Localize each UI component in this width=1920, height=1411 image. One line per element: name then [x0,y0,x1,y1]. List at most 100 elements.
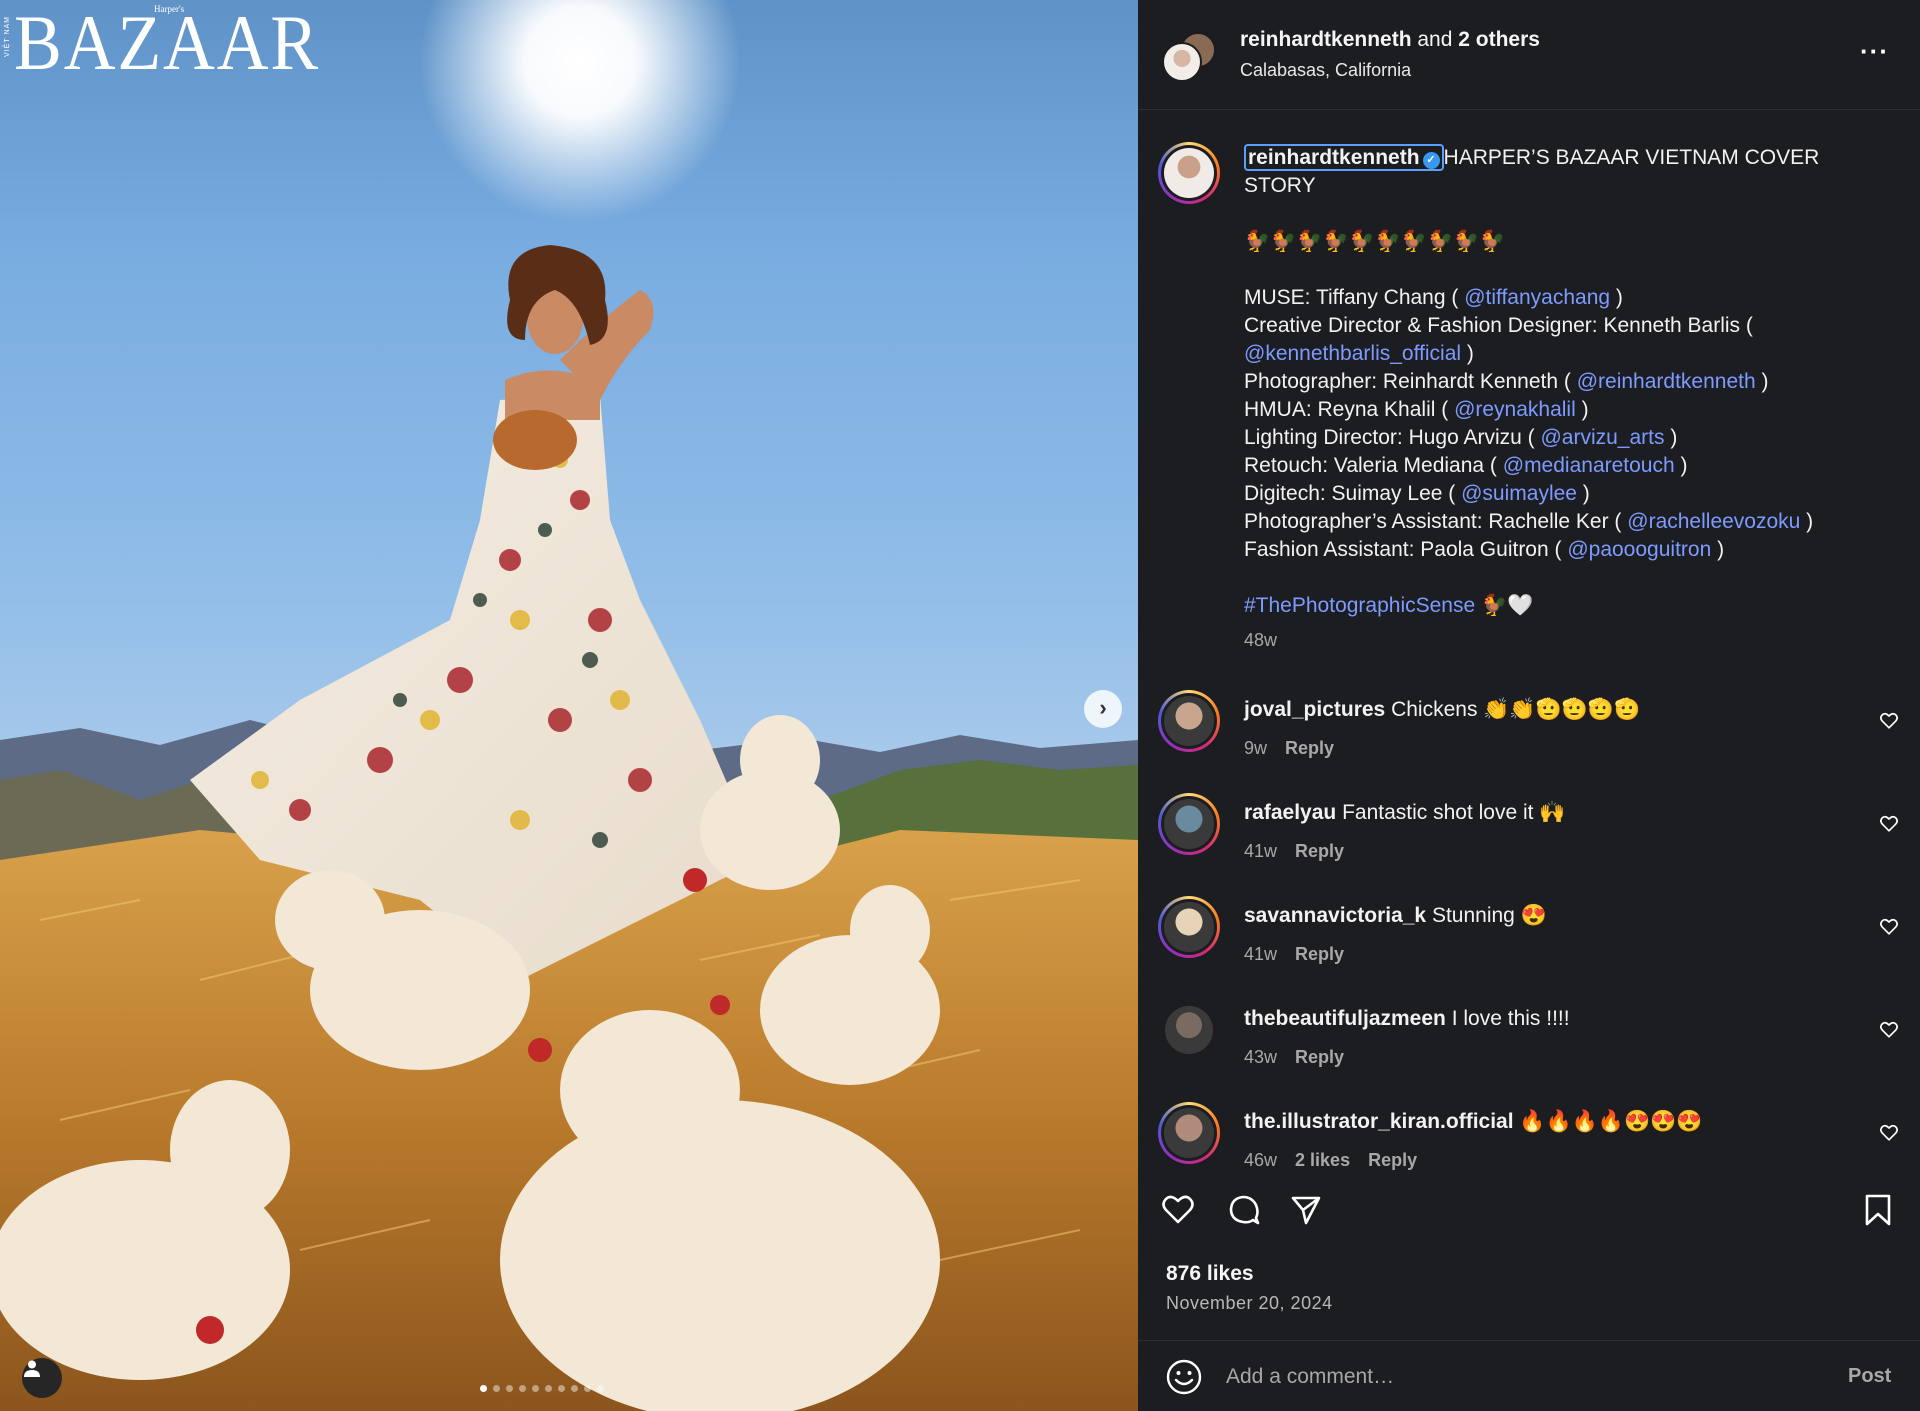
comment-item: joval_pictures Chickens 👏👏🫡🫡🫡🫡 9w Reply [1138,690,1920,793]
emoji-icon [1166,1359,1202,1395]
comment-meta: 9w Reply [1244,738,1352,759]
like-button[interactable] [1162,1194,1194,1229]
comment-body: 🔥🔥🔥🔥😍😍😍 [1513,1110,1703,1133]
comment-username[interactable]: rafaelyau [1244,801,1336,824]
comment-avatar[interactable] [1158,999,1220,1061]
avatar [1164,696,1214,746]
reply-button[interactable]: Reply [1295,841,1344,861]
avatar [1162,42,1202,82]
comment-username[interactable]: the.illustrator_kiran.official [1244,1110,1514,1133]
credit-handle-link[interactable]: @medianaretouch [1503,454,1675,477]
comment-username[interactable]: savannavictoria_k [1244,904,1426,927]
comment-avatar[interactable] [1158,793,1220,855]
comment-body: Stunning 😍 [1426,904,1547,927]
and-text: and [1411,28,1459,51]
post-image[interactable]: VIỆT NAM BAZAAR Harper's › [0,0,1138,1411]
sun [420,0,740,222]
credit-label: Photographer’s Assistant: Rachelle Ker ( [1244,510,1628,533]
comment-like-button[interactable] [1880,815,1898,837]
caption-avatar[interactable] [1158,142,1220,204]
comments-list: joval_pictures Chickens 👏👏🫡🫡🫡🫡 9w Reply raf… [1138,690,1920,1205]
credit-close: ) [1711,538,1725,561]
credit-handle-link[interactable]: @reynakhalil [1454,398,1576,421]
avatar [1165,1006,1213,1054]
credit-label: Fashion Assistant: Paola Guitron ( [1244,538,1568,561]
credit-close: ) [1576,482,1590,505]
carousel-dot [571,1385,578,1392]
add-comment-input[interactable] [1226,1359,1786,1395]
comment-text: rafaelyau Fantastic shot love it 🙌 [1244,801,1565,825]
comment-body: Chickens 👏👏🫡🫡🫡🫡 [1385,698,1641,721]
share-button[interactable] [1290,1194,1322,1231]
comment-text: thebeautifuljazmeen I love this !!!! [1244,1007,1570,1031]
comment-like-button[interactable] [1880,1124,1898,1146]
credit-handle-link[interactable]: @paoooguitron [1567,538,1711,561]
credit-label: Creative Director & Fashion Designer: Ke… [1244,314,1753,337]
hashtag-link[interactable]: #ThePhotographicSense [1244,594,1475,617]
heart-icon [1880,918,1898,935]
post-author[interactable]: reinhardtkenneth and 2 others [1240,28,1540,52]
comment-avatar[interactable] [1158,896,1220,958]
credit-label: Photographer: Reinhardt Kenneth ( [1244,370,1577,393]
carousel-dot [545,1385,552,1392]
post-location[interactable]: Calabasas, California [1240,60,1411,81]
credit-label: Digitech: Suimay Lee ( [1244,482,1462,505]
emoji-button[interactable] [1166,1359,1202,1400]
bazaar-logo: BAZAAR [14,0,321,86]
reply-button[interactable]: Reply [1295,1047,1344,1067]
author-username[interactable]: reinhardtkenneth [1240,28,1412,51]
comment-button[interactable] [1228,1194,1260,1231]
credit-close: ) [1575,398,1589,421]
save-button[interactable] [1864,1194,1892,1231]
tagged-users-button[interactable] [22,1358,62,1398]
verified-badge-icon: ✓ [1422,152,1440,169]
collab-avatars[interactable] [1162,32,1218,84]
carousel-dot [597,1385,604,1392]
add-comment-bar: Post [1138,1340,1920,1411]
heart-icon [1162,1195,1194,1224]
comment-like-button[interactable] [1880,1021,1898,1043]
comment-item: savannavictoria_k Stunning 😍 41w Reply [1138,896,1920,999]
credit-handle-link[interactable]: @tiffanyachang [1464,286,1610,309]
reply-button[interactable]: Reply [1368,1150,1417,1170]
comment-likes[interactable]: 2 likes [1295,1150,1350,1170]
heart-icon [1880,1124,1898,1141]
comment-like-button[interactable] [1880,712,1898,734]
credit-handle-link[interactable]: @rachelleevozoku [1627,510,1800,533]
comment-username[interactable]: joval_pictures [1244,698,1385,721]
comment-avatar[interactable] [1158,1102,1220,1164]
caption-username[interactable]: reinhardtkenneth ✓ [1244,144,1444,171]
credit-close: ) [1755,370,1769,393]
credit-handle-link[interactable]: @reinhardtkenneth [1577,370,1756,393]
comment-meta: 41w Reply [1244,944,1362,965]
comment-meta: 41w Reply [1244,841,1362,862]
reply-button[interactable]: Reply [1295,944,1344,964]
bazaar-logo-small: Harper's [154,4,185,14]
post-sidebar: reinhardtkenneth and 2 others Calabasas,… [1138,0,1920,1411]
credit-handle-link[interactable]: @suimaylee [1461,482,1577,505]
carousel-dot [519,1385,526,1392]
held-chicken [493,410,577,470]
post-comment-button[interactable]: Post [1848,1365,1891,1388]
likes-count[interactable]: 876 likes [1166,1262,1254,1286]
carousel-dot [584,1385,591,1392]
caption-username-text: reinhardtkenneth [1248,146,1420,169]
avatar [1164,148,1214,198]
others-link[interactable]: 2 others [1458,28,1540,51]
action-bar [1138,1180,1920,1240]
comment-item: thebeautifuljazmeen I love this !!!! 43w R… [1138,999,1920,1102]
next-image-button[interactable]: › [1084,690,1122,728]
user-tag-icon [24,1360,40,1377]
comment-body: I love this !!!! [1445,1007,1570,1030]
credit-handle-link[interactable]: @kennethbarlis_official [1244,342,1461,365]
bookmark-icon [1865,1194,1891,1226]
comment-username[interactable]: thebeautifuljazmeen [1244,1007,1446,1030]
comment-time: 43w [1244,1047,1278,1067]
comment-avatar[interactable] [1158,690,1220,752]
credit-handle-link[interactable]: @arvizu_arts [1540,426,1664,449]
credit-close: ) [1461,342,1474,365]
comment-item: rafaelyau Fantastic shot love it 🙌 41w Rep… [1138,793,1920,896]
comment-like-button[interactable] [1880,918,1898,940]
reply-button[interactable]: Reply [1285,738,1334,758]
more-options-button[interactable]: ··· [1860,36,1889,67]
